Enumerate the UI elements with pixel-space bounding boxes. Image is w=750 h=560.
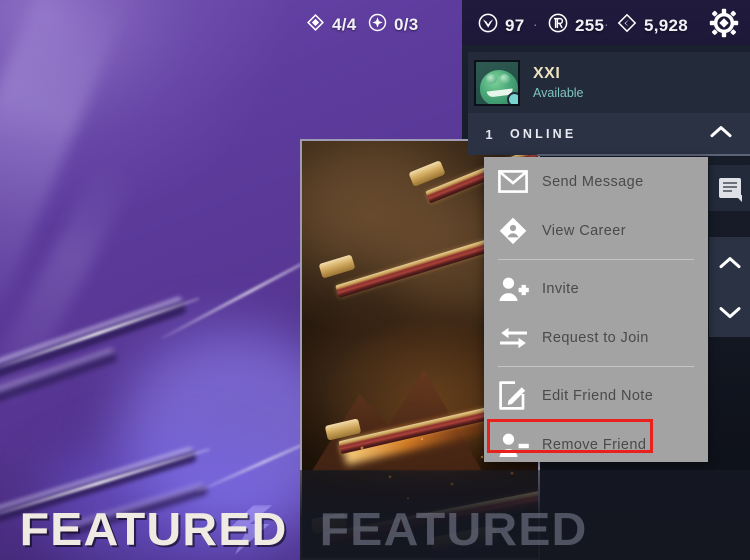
- currency-separator: ·: [604, 16, 609, 32]
- kingdom-credits[interactable]: 5,928: [617, 13, 688, 38]
- gear-icon[interactable]: [708, 7, 740, 39]
- pencil-square-icon: [496, 379, 530, 413]
- envelope-icon: [496, 165, 530, 199]
- menu-item-label: Invite: [542, 280, 580, 297]
- diamond-outline-icon: [306, 13, 325, 37]
- menu-item-label: Remove Friend: [542, 436, 647, 453]
- menu-divider: [498, 259, 694, 260]
- menu-divider: [498, 366, 694, 367]
- valorant-points[interactable]: 97: [478, 13, 525, 38]
- friends-rail: [709, 155, 750, 340]
- menu-item-label: Request to Join: [542, 329, 649, 346]
- frog-eye: [499, 73, 510, 84]
- online-label: ONLINE: [510, 127, 577, 141]
- valorant-points-icon: [478, 13, 498, 38]
- radianite-points[interactable]: 255: [548, 13, 604, 38]
- menu-item-label: Edit Friend Note: [542, 387, 654, 404]
- menu-item-invite[interactable]: Invite: [484, 264, 708, 313]
- frog-eye: [486, 73, 497, 84]
- menu-item-label: Send Message: [542, 173, 644, 190]
- featured-title: FEATURED: [19, 503, 288, 555]
- friend-context-menu: Send Message View Career Invite Request …: [484, 157, 708, 462]
- section-underline: [537, 154, 750, 156]
- menu-item-send-message[interactable]: Send Message: [484, 157, 708, 206]
- agent-progress-value: 0/3: [394, 15, 419, 34]
- menu-item-edit-friend-note[interactable]: Edit Friend Note: [484, 371, 708, 420]
- valorant-client-screen: FEATURED FEATURED 4/4 0/3 97 · 255 · 5,9…: [0, 0, 750, 560]
- chat-line: [722, 186, 737, 188]
- contract-progress-value: 4/4: [332, 15, 357, 34]
- person-remove-icon: [496, 428, 530, 462]
- radianite-value: 255: [575, 15, 605, 35]
- chat-bubble-shape: [718, 178, 742, 202]
- arrows-swap-icon: [496, 321, 530, 355]
- chat-line: [722, 182, 737, 184]
- menu-item-label: View Career: [542, 222, 626, 239]
- weapon-muzzle-art: [318, 254, 356, 279]
- online-section-header[interactable]: 1 ONLINE: [468, 113, 750, 155]
- featured-title-overflow: FEATURED: [319, 503, 588, 555]
- chat-note-icon[interactable]: [709, 165, 750, 211]
- valorant-points-value: 97: [505, 15, 525, 35]
- kingdom-credits-icon: [617, 13, 637, 38]
- career-diamond-icon: [496, 214, 530, 248]
- agent-progress[interactable]: 0/3: [368, 13, 419, 37]
- status-dot: [507, 91, 518, 104]
- currency-separator: ·: [533, 16, 538, 32]
- menu-item-view-career[interactable]: View Career: [484, 206, 708, 255]
- friend-card[interactable]: XXI Available: [468, 52, 750, 113]
- avatar[interactable]: [474, 59, 520, 106]
- contract-progress[interactable]: 4/4: [306, 13, 357, 37]
- menu-item-remove-friend[interactable]: Remove Friend: [484, 420, 708, 469]
- star-circle-icon: [368, 13, 387, 37]
- person-add-icon: [496, 272, 530, 306]
- scroll-up-button[interactable]: [709, 237, 750, 287]
- radianite-icon: [548, 13, 568, 38]
- top-currency-bar: 4/4 0/3 97 · 255 · 5,928: [0, 0, 750, 45]
- scroll-down-button[interactable]: [709, 287, 750, 337]
- chevron-up-icon[interactable]: [710, 125, 732, 143]
- menu-item-request-to-join[interactable]: Request to Join: [484, 313, 708, 362]
- chat-line: [722, 190, 732, 192]
- friend-status: Available: [533, 85, 584, 100]
- online-count: 1: [485, 126, 493, 142]
- friend-name: XXI: [533, 64, 561, 82]
- rail-spacer: [709, 211, 750, 237]
- friend-meta: XXI Available: [533, 64, 584, 102]
- kingdom-credits-value: 5,928: [644, 15, 689, 35]
